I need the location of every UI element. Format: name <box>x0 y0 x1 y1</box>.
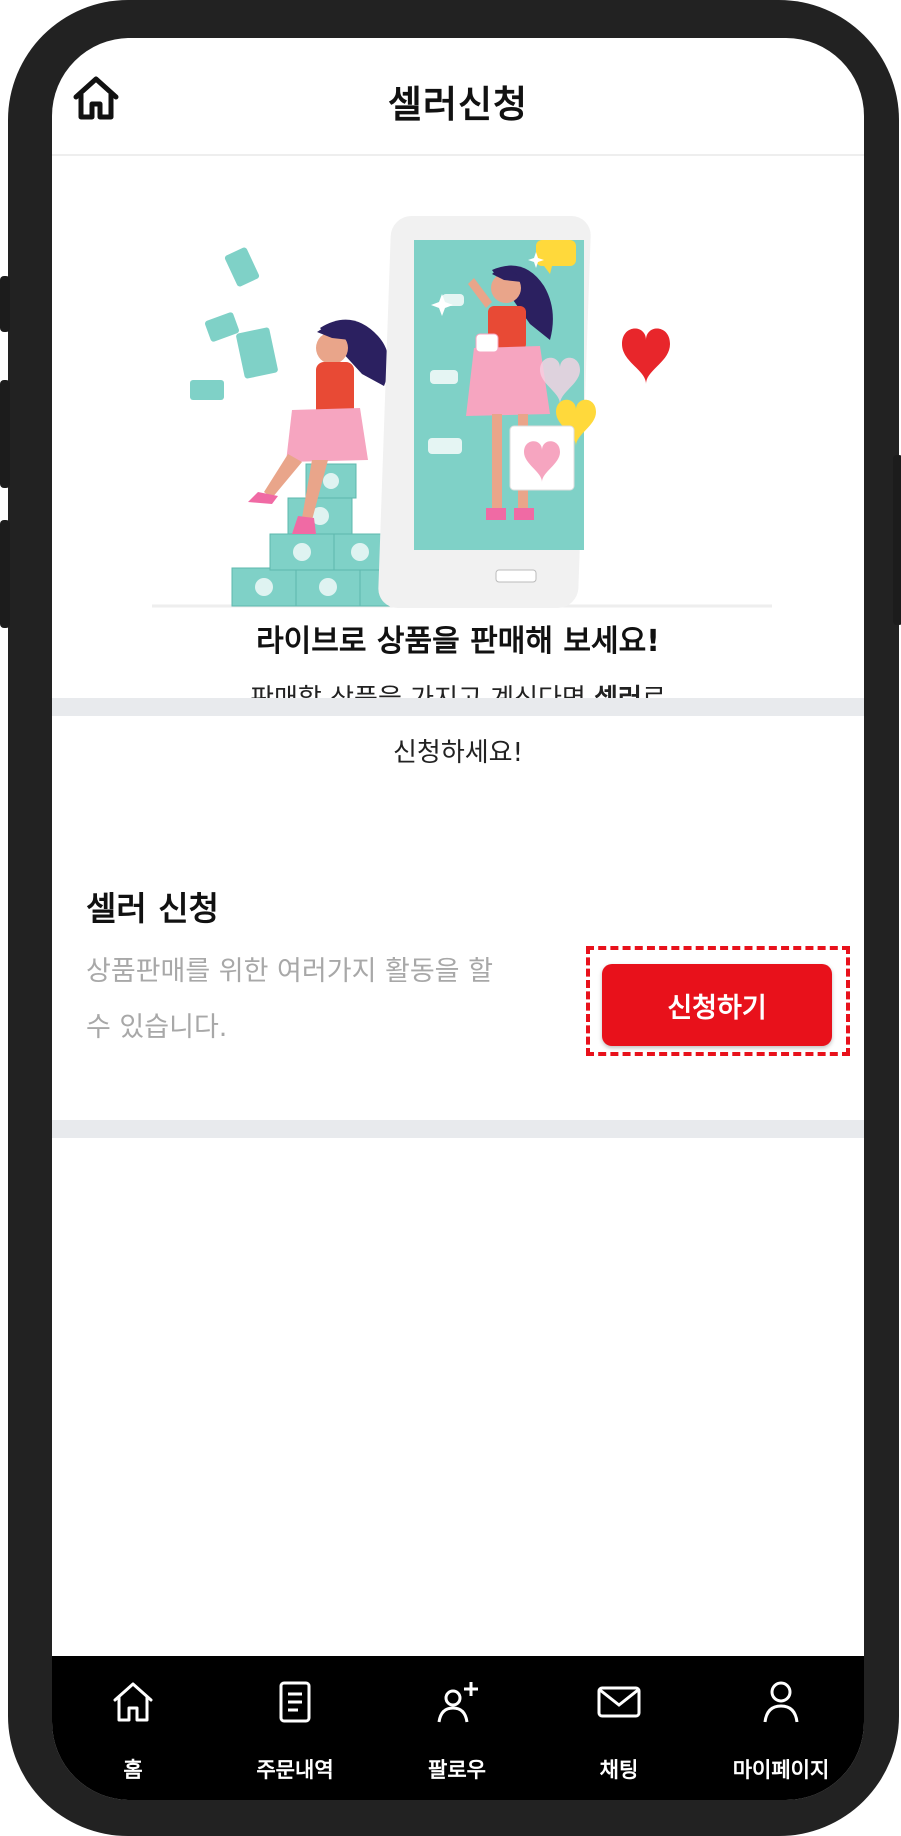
apply-button[interactable]: 신청하기 <box>602 964 832 1046</box>
volume-up-button <box>0 380 10 488</box>
section-divider-top <box>52 698 864 716</box>
seller-section-description: 상품판매를 위한 여러가지 활동을 할 수 있습니다. <box>86 956 493 1043</box>
person-add-icon <box>437 1682 478 1723</box>
tab-follow-label: 팔로우 <box>428 1758 486 1782</box>
document-icon <box>279 1681 311 1723</box>
tab-orders[interactable]: 주문내역 <box>214 1656 376 1800</box>
tab-chat-label: 채팅 <box>599 1758 639 1782</box>
section-divider-bottom <box>52 1120 864 1138</box>
seller-section-title: 셀러 신청 <box>86 889 219 928</box>
tab-orders-label: 주문내역 <box>256 1758 334 1782</box>
intro-line-2: 신청하세요! <box>392 738 524 768</box>
phone-frame: 셀러신청 라이브로 상품을 판매해 보세요! 신청하세요! 셀러 신청 상품판매… <box>0 0 901 1836</box>
side-button <box>0 276 10 332</box>
volume-down-button <box>0 520 10 628</box>
tab-chat[interactable]: 채팅 <box>538 1656 700 1800</box>
page-title: 셀러신청 <box>387 83 529 126</box>
person-icon <box>763 1681 799 1723</box>
power-button <box>893 455 901 625</box>
tab-mypage-label: 마이페이지 <box>732 1758 830 1782</box>
mail-icon <box>597 1686 641 1718</box>
tab-mypage[interactable]: 마이페이지 <box>700 1656 862 1800</box>
intro-headline: 라이브로 상품을 판매해 보세요! <box>256 624 660 659</box>
tab-follow[interactable]: 팔로우 <box>376 1656 538 1800</box>
app-header: 셀러신청 <box>52 38 864 156</box>
bottom-tab-bar: 홈 주문내역 팔로우 채팅 마이페이지 <box>52 1656 864 1800</box>
tab-home[interactable]: 홈 <box>52 1656 214 1800</box>
screen: 셀러신청 라이브로 상품을 판매해 보세요! 신청하세요! 셀러 신청 상품판매… <box>52 38 864 1800</box>
seller-hero-illustration <box>152 216 772 608</box>
tab-home-label: 홈 <box>123 1758 143 1782</box>
home-icon <box>113 1682 153 1722</box>
